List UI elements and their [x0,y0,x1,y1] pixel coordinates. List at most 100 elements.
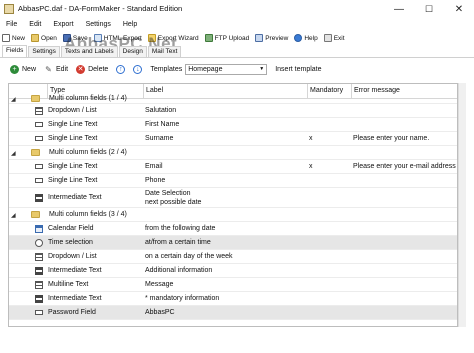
error-message-cell: Please enter your e-mail address sc [353,163,458,170]
type-text: Dropdown / List [48,107,97,114]
table-row[interactable]: Multiline Text Message [9,278,457,292]
toolbar-help-button[interactable]: Help [294,34,318,42]
error-message-cell [351,174,457,187]
delete-field-button[interactable]: ✕ Delete [76,64,109,74]
templates-label: Templates [150,65,183,73]
tab-settings[interactable]: Settings [28,46,60,57]
mandatory-cell: x [309,135,313,142]
toolbar-export-wizard-button[interactable]: Export Wizard [147,34,199,42]
label-cell: from the following date [143,222,307,235]
toolbar-ftp-upload-button[interactable]: FTP Upload [204,34,249,42]
tab-divider [0,57,474,58]
label-cell: Message [143,278,307,291]
label-cell: Email [143,160,307,173]
group-title: Multi column fields (3 / 4) [49,211,127,218]
menu-bar: File Edit Export Settings Help [0,18,474,31]
minimize-button[interactable]: — [384,1,414,17]
type-cell: Single Line Text [33,132,143,145]
error-message-cell [351,250,457,263]
error-message-cell [351,236,457,249]
type-text: Multiline Text [48,281,89,288]
group-row[interactable]: ◢ Multi column fields (1 / 4) [9,94,457,104]
tab-fields[interactable]: Fields [2,45,28,57]
tab-design[interactable]: Design [118,46,147,57]
templates-select-value: Homepage [188,65,223,73]
type-cell: Multiline Text [33,278,143,291]
error-message-cell [351,292,457,305]
mandatory-cell [307,236,351,249]
table-row[interactable]: Password Field AbbasPC [9,306,457,320]
move-up-button[interactable]: ↑ [116,64,126,74]
toolbar-new-button[interactable]: New [2,34,25,42]
label-text-second-line: next possible date [145,198,202,206]
type-text: Dropdown / List [48,253,97,260]
group-row[interactable]: ◢ Multi column fields (3 / 4) [9,208,457,222]
single-line-icon [35,136,43,141]
toolbar-save-button[interactable]: Save [62,34,88,42]
menu-file[interactable]: File [0,21,23,28]
wizard-icon [147,34,156,42]
menu-settings[interactable]: Settings [80,21,117,28]
templates-select[interactable]: Homepage ▼ [185,63,268,75]
toolbar-html-export-button[interactable]: HTML Export [93,34,142,42]
label-cell: at/from a certain time [143,236,307,249]
type-text: Intermediate Text [48,295,102,302]
collapse-toggle-icon[interactable]: ◢ [11,96,16,103]
type-text: Single Line Text [48,121,98,128]
group-title: Multi column fields (2 / 4) [49,149,127,156]
toolbar-exit-button[interactable]: Exit [323,34,345,42]
calendar-icon [35,224,43,233]
toolbar-preview-button[interactable]: Preview [255,34,288,42]
collapse-toggle-icon[interactable]: ◢ [11,212,16,219]
label-text: Message [145,281,174,288]
window-title: AbbasPC.daf - DA-FormMaker - Standard Ed… [18,4,183,13]
group-icon-cell [29,94,47,103]
label-cell: Phone [143,174,307,187]
intermediate-text-icon [35,193,43,202]
mandatory-cell [307,250,351,263]
collapse-toggle-icon[interactable]: ◢ [11,150,16,157]
table-row[interactable]: Intermediate Text * mandatory information [9,292,457,306]
label-cell: on a certain day of the week [143,250,307,263]
dropdown-list-icon [35,252,43,261]
close-button[interactable]: ✕ [444,1,474,17]
type-cell: Dropdown / List [33,104,143,117]
menu-export[interactable]: Export [47,21,79,28]
table-row[interactable]: Dropdown / List Salutation [9,104,457,118]
toolbar-export-wizard-label: Export Wizard [157,34,199,42]
new-field-button[interactable]: + New [10,64,36,74]
move-down-button[interactable]: ↓ [133,64,143,74]
vertical-scrollbar[interactable] [458,83,466,327]
delete-field-label: Delete [88,65,109,73]
mandatory-cell [307,118,351,131]
mandatory-cell [307,306,351,319]
tab-mail-text[interactable]: Mail Text [147,46,182,57]
toolbar-open-button[interactable]: Open [31,34,57,42]
tab-texts-and-labels[interactable]: Texts and Labels [60,46,118,57]
insert-template-button[interactable]: Insert template [275,66,321,73]
edit-field-button[interactable]: ✎ Edit [44,65,68,74]
table-row[interactable]: Single Line Text Email x Please enter your … [9,160,458,174]
error-message-cell [351,306,457,319]
table-row[interactable]: Intermediate Text Additional information [9,264,457,278]
table-row[interactable]: Intermediate Text Date Selection next poss… [9,188,457,208]
table-row[interactable]: Single Line Text Phone [9,174,457,188]
label-cell: Additional information [143,264,307,277]
menu-edit[interactable]: Edit [23,21,47,28]
table-row[interactable]: Single Line Text First Name [9,118,457,132]
menu-help[interactable]: Help [117,21,143,28]
chevron-down-icon: ▼ [259,66,265,72]
type-cell: Intermediate Text [33,188,143,207]
toolbar-help-label: Help [304,34,318,42]
table-row[interactable]: Dropdown / List on a certain day of the w… [9,250,457,264]
table-row[interactable]: Single Line Text Surname x Please enter you… [9,132,457,146]
tab-strip: Fields Settings Texts and Labels Design … [2,45,182,57]
label-text: Salutation [145,107,177,114]
maximize-button[interactable]: ☐ [414,1,444,17]
table-row[interactable]: Calendar Field from the following date [9,222,457,236]
type-text: Intermediate Text [48,194,102,201]
group-icon-cell [29,146,47,159]
group-row[interactable]: ◢ Multi column fields (2 / 4) [9,146,457,160]
table-row[interactable]: Time selection at/from a certain time [9,236,457,250]
type-text: Password Field [48,309,96,316]
